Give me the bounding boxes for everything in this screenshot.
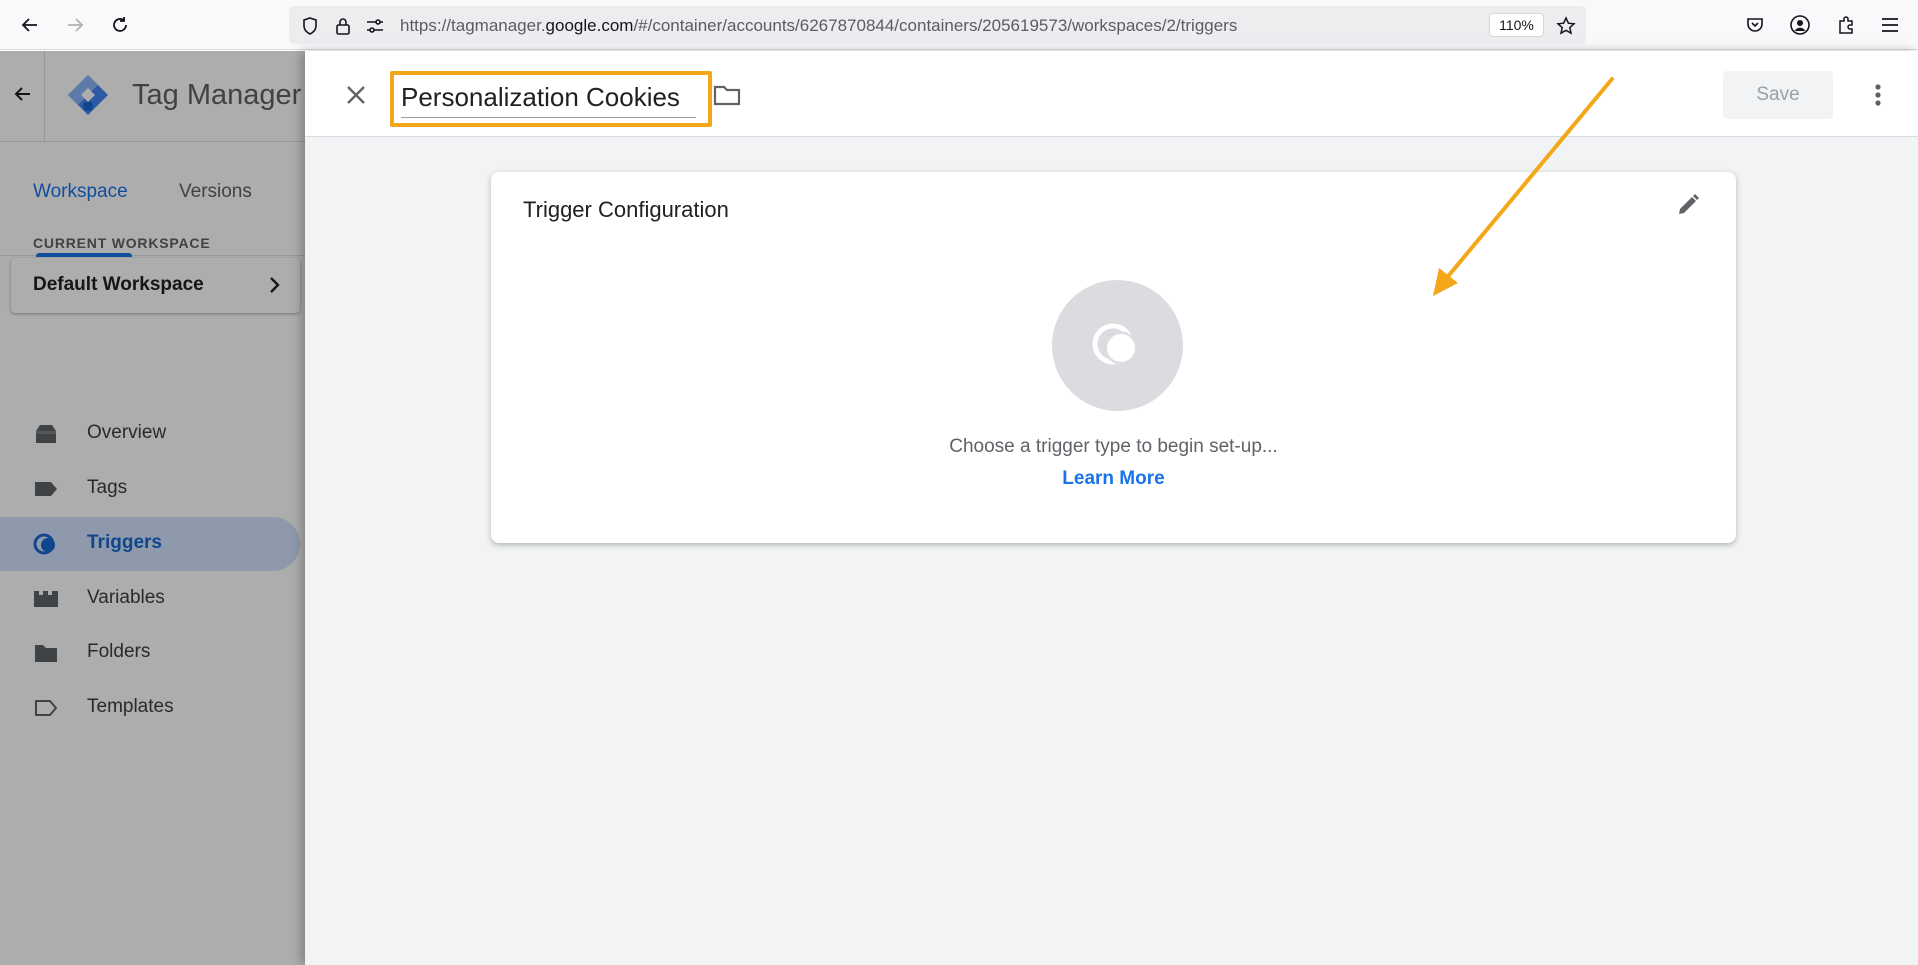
extensions-icon[interactable] xyxy=(1831,10,1861,40)
trigger-type-placeholder[interactable] xyxy=(1052,280,1183,411)
editor-header: Save xyxy=(305,51,1918,137)
more-vert-icon[interactable] xyxy=(1866,79,1890,111)
trigger-icon xyxy=(1092,323,1137,364)
lock-icon[interactable] xyxy=(332,15,354,37)
bookmark-star-icon[interactable] xyxy=(1555,15,1577,37)
card-title: Trigger Configuration xyxy=(523,197,729,222)
trigger-editor-panel: Save Trigger Configuration Choose a trig… xyxy=(305,51,1918,965)
pocket-icon[interactable] xyxy=(1740,10,1770,40)
folder-outline-icon[interactable] xyxy=(710,79,744,111)
zoom-level-badge[interactable]: 110% xyxy=(1489,13,1544,37)
url-text: https://tagmanager.google.com/#/containe… xyxy=(400,16,1238,35)
modal-scrim[interactable] xyxy=(0,51,305,965)
permissions-icon[interactable] xyxy=(364,15,386,37)
shield-icon[interactable] xyxy=(299,15,321,37)
account-icon[interactable] xyxy=(1785,10,1815,40)
menu-icon[interactable] xyxy=(1875,10,1905,40)
url-bar[interactable]: https://tagmanager.google.com/#/containe… xyxy=(289,6,1586,44)
trigger-configuration-card[interactable]: Trigger Configuration Choose a trigger t… xyxy=(491,172,1736,543)
browser-toolbar: https://tagmanager.google.com/#/containe… xyxy=(0,0,1918,50)
close-icon[interactable] xyxy=(340,79,372,111)
learn-more-link[interactable]: Learn More xyxy=(491,468,1736,490)
trigger-name-input[interactable] xyxy=(401,78,696,118)
pencil-icon[interactable] xyxy=(1671,188,1705,222)
back-icon[interactable] xyxy=(15,10,45,40)
reload-icon[interactable] xyxy=(105,10,135,40)
save-button[interactable]: Save xyxy=(1723,71,1833,119)
empty-state-text: Choose a trigger type to begin set-up... xyxy=(949,436,1278,457)
forward-icon[interactable] xyxy=(60,10,90,40)
